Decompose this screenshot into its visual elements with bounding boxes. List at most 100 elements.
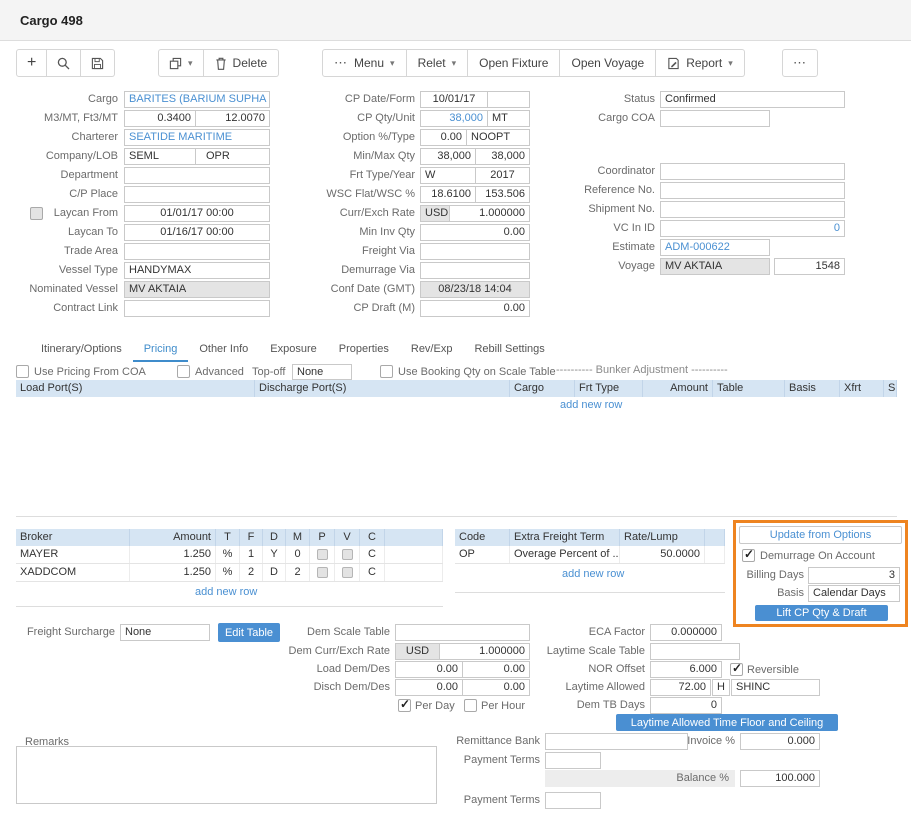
frt-type-input[interactable]: W (420, 167, 476, 184)
frt-year-input[interactable]: 2017 (475, 167, 530, 184)
freight-via-input[interactable] (420, 243, 530, 260)
tab-itinerary-options[interactable]: Itinerary/Options (30, 340, 133, 362)
use-pricing-coa-checkbox[interactable] (16, 365, 29, 378)
extra-freight-row[interactable]: OP Overage Percent of ... 50.0000 (455, 546, 725, 564)
broker-c-cell[interactable]: C (360, 564, 385, 581)
broker-name-cell[interactable]: XADDCOM (16, 564, 130, 581)
tab-pricing[interactable]: Pricing (133, 340, 189, 362)
voyage-no-input[interactable]: 1548 (774, 258, 845, 275)
contract-link-input[interactable] (124, 300, 270, 317)
laytime-allowed-input[interactable]: 72.00 (650, 679, 711, 696)
company-input[interactable]: SEML (124, 148, 196, 165)
load-dem-input[interactable]: 0.00 (395, 661, 463, 678)
tab-rev-exp[interactable]: Rev/Exp (400, 340, 464, 362)
edit-table-button[interactable]: Edit Table (218, 623, 280, 642)
dem-tb-days-input[interactable]: 0 (650, 697, 722, 714)
extra-code-cell[interactable]: OP (455, 546, 510, 563)
exch-rate-input[interactable]: 1.000000 (449, 205, 530, 222)
shipment-no-input[interactable] (660, 201, 845, 218)
extra-term-cell[interactable]: Overage Percent of ... (510, 546, 620, 563)
freight-surcharge-select[interactable]: None (120, 624, 210, 641)
broker-row[interactable]: MAYER 1.250 % 1 Y 0 C (16, 546, 443, 564)
estimate-input[interactable]: ADM-000622 (660, 239, 770, 256)
dem-scale-table-input[interactable] (395, 624, 530, 641)
balance-pct-input[interactable]: 100.000 (740, 770, 820, 787)
cp-draft-input[interactable]: 0.00 (420, 300, 530, 317)
laytime-scale-table-input[interactable] (650, 643, 740, 660)
lob-input[interactable]: OPR (195, 148, 270, 165)
laycan-to-input[interactable]: 01/16/17 00:00 (124, 224, 270, 241)
tab-other-info[interactable]: Other Info (188, 340, 259, 362)
reversible-checkbox[interactable] (730, 663, 743, 676)
broker-row[interactable]: XADDCOM 1.250 % 2 D 2 C (16, 564, 443, 582)
remarks-textarea[interactable] (16, 746, 437, 804)
search-button[interactable] (47, 49, 81, 77)
demurrage-on-account-checkbox[interactable] (742, 549, 755, 562)
save-button[interactable] (81, 49, 115, 77)
disch-dem-input[interactable]: 0.00 (395, 679, 463, 696)
report-button[interactable]: Report ▾ (656, 49, 745, 77)
trade-area-input[interactable] (124, 243, 270, 260)
cp-unit-input[interactable]: MT (487, 110, 530, 127)
broker-t-cell[interactable]: % (216, 564, 240, 581)
laytime-floor-ceiling-button[interactable]: Laytime Allowed Time Floor and Ceiling (616, 714, 838, 731)
tab-exposure[interactable]: Exposure (259, 340, 327, 362)
laycan-from-input[interactable]: 01/01/17 00:00 (124, 205, 270, 222)
eca-factor-input[interactable]: 0.000000 (650, 624, 722, 641)
min-inv-qty-input[interactable]: 0.00 (420, 224, 530, 241)
tab-properties[interactable]: Properties (328, 340, 400, 362)
broker-t-cell[interactable]: % (216, 546, 240, 563)
cp-qty-input[interactable]: 38,000 (420, 110, 488, 127)
cp-date-input[interactable]: 10/01/17 (420, 91, 488, 108)
topoff-select[interactable]: None (292, 364, 352, 380)
cp-place-input[interactable] (124, 186, 270, 203)
wsc-pct-input[interactable]: 153.506 (475, 186, 530, 203)
disch-des-input[interactable]: 0.00 (462, 679, 530, 696)
cargo-input[interactable]: BARITES (BARIUM SUPHA (124, 91, 270, 108)
reference-no-input[interactable] (660, 182, 845, 199)
update-from-options-button[interactable]: Update from Options (739, 526, 902, 544)
extra-freight-add-new-row-link[interactable]: add new row (562, 568, 624, 580)
delete-button[interactable]: Delete (204, 49, 280, 77)
option-pct-input[interactable]: 0.00 (420, 129, 467, 146)
billing-days-input[interactable]: 3 (808, 567, 900, 584)
broker-m-cell[interactable]: 2 (286, 564, 310, 581)
status-input[interactable]: Confirmed (660, 91, 845, 108)
broker-amount-cell[interactable]: 1.250 (130, 546, 216, 563)
broker-d-cell[interactable]: Y (263, 546, 286, 563)
broker-amount-cell[interactable]: 1.250 (130, 564, 216, 581)
broker-f-cell[interactable]: 2 (240, 564, 263, 581)
broker-add-new-row-link[interactable]: add new row (195, 586, 257, 598)
wsc-flat-input[interactable]: 18.6100 (420, 186, 476, 203)
menu-button[interactable]: ⋯ Menu ▾ (322, 49, 407, 77)
option-type-input[interactable]: NOOPT (466, 129, 530, 146)
broker-m-cell[interactable]: 0 (286, 546, 310, 563)
copy-button[interactable]: ▾ (158, 49, 204, 77)
min-qty-input[interactable]: 38,000 (420, 148, 476, 165)
broker-name-cell[interactable]: MAYER (16, 546, 130, 563)
basis-select[interactable]: Calendar Days (808, 585, 900, 602)
payment-terms-input[interactable] (545, 752, 601, 769)
advanced-checkbox[interactable] (177, 365, 190, 378)
broker-d-cell[interactable]: D (263, 564, 286, 581)
pricing-add-new-row-link[interactable]: add new row (560, 399, 622, 411)
vc-in-id-input[interactable]: 0 (660, 220, 845, 237)
invoice-pct-input[interactable]: 0.000 (740, 733, 820, 750)
relet-button[interactable]: Relet ▾ (407, 49, 469, 77)
use-booking-qty-checkbox[interactable] (380, 365, 393, 378)
max-qty-input[interactable]: 38,000 (475, 148, 530, 165)
add-button[interactable]: + (16, 49, 47, 77)
nor-offset-input[interactable]: 6.000 (650, 661, 722, 678)
cp-form-input[interactable] (487, 91, 530, 108)
load-des-input[interactable]: 0.00 (462, 661, 530, 678)
payment-terms2-input[interactable] (545, 792, 601, 809)
department-input[interactable] (124, 167, 270, 184)
tab-rebill-settings[interactable]: Rebill Settings (463, 340, 555, 362)
ft3mt-input[interactable]: 12.0070 (195, 110, 270, 127)
cargo-coa-input[interactable] (660, 110, 770, 127)
lift-cp-qty-draft-button[interactable]: Lift CP Qty & Draft (755, 605, 888, 621)
m3mt-input[interactable]: 0.3400 (124, 110, 196, 127)
laytime-terms-input[interactable]: SHINC (731, 679, 820, 696)
dem-exch-input[interactable]: 1.000000 (439, 643, 530, 660)
per-day-checkbox[interactable] (398, 699, 411, 712)
